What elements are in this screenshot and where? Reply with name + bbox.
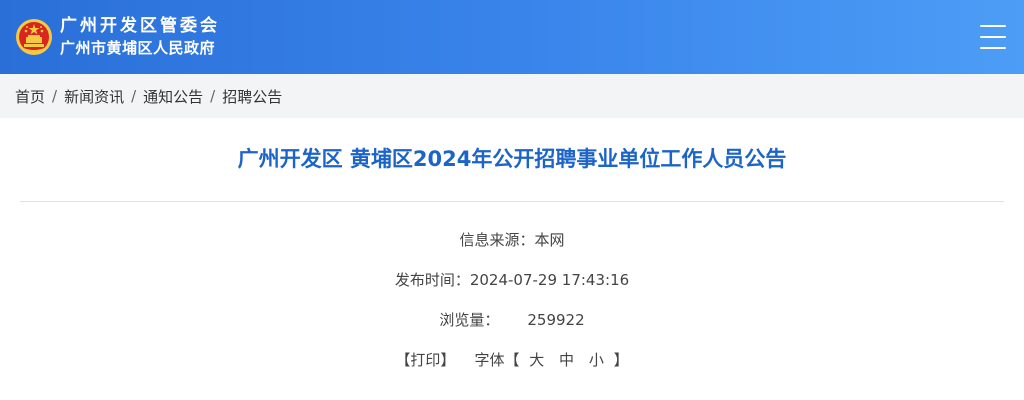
org-name-line1: 广州开发区管委会 <box>60 16 220 36</box>
tools-row: 【打印】 字体【 大 中 小 】 <box>0 340 1024 380</box>
source-label: 信息来源： <box>459 231 535 249</box>
title-divider <box>20 201 1004 202</box>
breadcrumb-home[interactable]: 首页 <box>15 86 45 107</box>
breadcrumb-separator: / <box>131 87 137 105</box>
menu-bar <box>980 47 1006 49</box>
breadcrumb-separator: / <box>52 87 58 105</box>
publish-time-value: 2024-07-29 17:43:16 <box>469 271 630 289</box>
org-name-line2: 广州市黄埔区人民政府 <box>60 39 216 57</box>
breadcrumb-news[interactable]: 新闻资讯 <box>64 86 124 107</box>
menu-bar <box>980 25 1006 27</box>
article-meta: 信息来源：本网 发布时间：2024-07-29 17:43:16 浏览量： 259… <box>0 220 1024 380</box>
print-button[interactable]: 【打印】 <box>395 351 455 369</box>
font-large-button[interactable]: 大 <box>529 351 544 369</box>
site-header: 广州开发区管委会 广州市黄埔区人民政府 <box>0 0 1024 74</box>
views-count: 259922 <box>527 311 585 329</box>
breadcrumb-recruitment[interactable]: 招聘公告 <box>222 86 282 107</box>
national-emblem-icon[interactable] <box>15 18 53 56</box>
publish-time-label: 发布时间： <box>394 271 470 289</box>
source-value: 本网 <box>534 231 565 249</box>
hamburger-menu-icon[interactable] <box>980 25 1006 49</box>
font-size-bracket: 】 <box>613 351 629 369</box>
views-label: 浏览量： <box>439 311 500 329</box>
views-row: 浏览量： 259922 <box>0 300 1024 340</box>
font-small-button[interactable]: 小 <box>589 351 604 369</box>
font-size-label: 字体【 <box>474 351 520 369</box>
breadcrumb-notices[interactable]: 通知公告 <box>143 86 203 107</box>
breadcrumb: 首页 / 新闻资讯 / 通知公告 / 招聘公告 <box>0 74 1024 118</box>
publish-time-row: 发布时间：2024-07-29 17:43:16 <box>0 260 1024 300</box>
article-title: 广州开发区 黄埔区2024年公开招聘事业单位工作人员公告 <box>237 147 787 171</box>
org-names[interactable]: 广州开发区管委会 广州市黄埔区人民政府 <box>60 15 220 59</box>
menu-bar <box>980 36 1006 38</box>
font-medium-button[interactable]: 中 <box>559 351 574 369</box>
source-row: 信息来源：本网 <box>0 220 1024 260</box>
breadcrumb-separator: / <box>210 87 216 105</box>
